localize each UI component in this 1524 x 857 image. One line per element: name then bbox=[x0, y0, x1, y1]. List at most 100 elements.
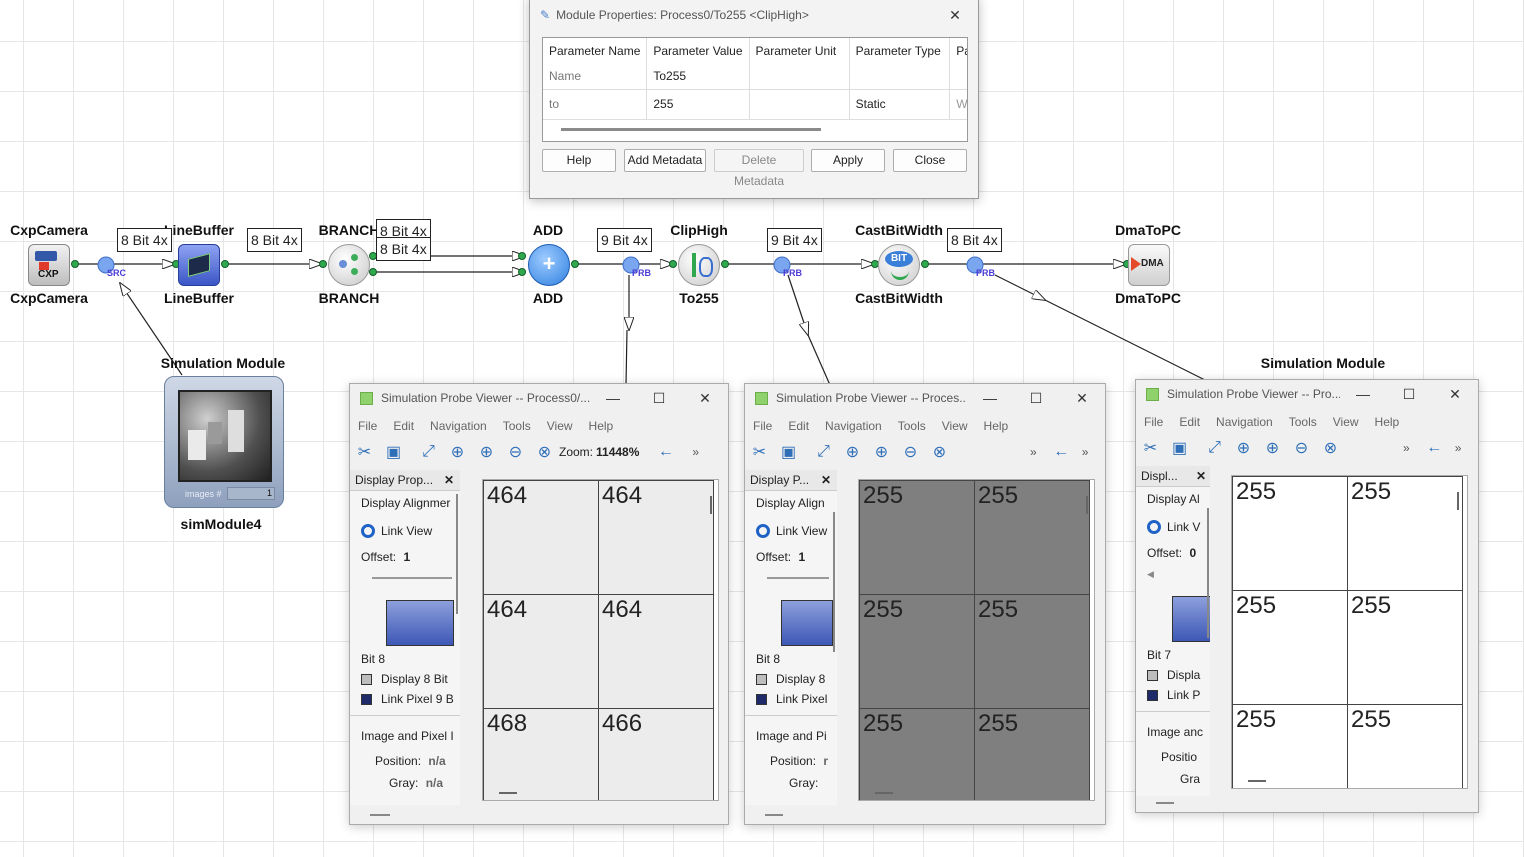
menu-help[interactable]: Help bbox=[976, 415, 1017, 437]
close-icon[interactable]: ✕ bbox=[821, 470, 831, 490]
menu-help[interactable]: Help bbox=[1367, 411, 1408, 433]
link-view-radio[interactable]: Link V bbox=[1147, 520, 1200, 534]
zoom-out-icon[interactable]: ⊖ bbox=[1287, 438, 1316, 458]
overflow-icon[interactable]: » bbox=[1403, 441, 1410, 455]
back-arrow-icon[interactable]: ← bbox=[1420, 439, 1449, 457]
panel-scrollbar[interactable] bbox=[456, 494, 458, 614]
menu-file[interactable]: File bbox=[350, 415, 385, 437]
menu-tools[interactable]: Tools bbox=[890, 415, 934, 437]
vertical-scrollbar[interactable] bbox=[710, 496, 712, 514]
save-icon[interactable]: ▣ bbox=[1165, 438, 1194, 458]
save-icon[interactable]: ▣ bbox=[379, 442, 408, 462]
panel-hscrollbar[interactable] bbox=[1156, 802, 1174, 804]
menu-navigation[interactable]: Navigation bbox=[422, 415, 495, 437]
zoom-reset-icon[interactable]: ⊗ bbox=[925, 442, 954, 462]
panel-scrollbar[interactable] bbox=[833, 512, 835, 652]
menu-edit[interactable]: Edit bbox=[385, 415, 422, 437]
table-row[interactable]: Name To255 bbox=[543, 64, 967, 89]
add-module-icon[interactable]: + bbox=[528, 244, 570, 286]
close-icon[interactable]: ✕ bbox=[1059, 390, 1105, 407]
horizontal-scrollbar[interactable] bbox=[561, 128, 821, 131]
vertical-scrollbar[interactable] bbox=[1457, 492, 1459, 510]
menu-edit[interactable]: Edit bbox=[780, 415, 817, 437]
zoom-in-icon[interactable]: ⊕ bbox=[1258, 438, 1287, 458]
close-icon[interactable]: ✕ bbox=[1196, 466, 1206, 486]
help-button[interactable]: Help bbox=[542, 149, 616, 172]
horizontal-scrollbar[interactable] bbox=[499, 792, 517, 794]
column-header[interactable]: Pa bbox=[949, 38, 967, 64]
fit-icon[interactable]: ⤢ bbox=[1200, 439, 1229, 457]
zoom-out-icon[interactable]: ⊖ bbox=[896, 442, 925, 462]
menu-file[interactable]: File bbox=[745, 415, 780, 437]
zoom-in-icon[interactable]: ⊕ bbox=[472, 442, 501, 462]
tools-icon[interactable]: ✂ bbox=[350, 442, 379, 462]
minimize-icon[interactable]: — bbox=[967, 390, 1013, 406]
cxpcamera-module-icon[interactable]: CXP bbox=[28, 244, 70, 286]
castbitwidth-module-icon[interactable]: BIT bbox=[878, 244, 920, 286]
overflow-icon[interactable]: » bbox=[692, 445, 699, 459]
pixel-grid-view[interactable]: 255 255 255 255 255 255 bbox=[858, 479, 1095, 801]
overflow-icon[interactable]: » bbox=[1455, 441, 1462, 455]
menu-tools[interactable]: Tools bbox=[495, 415, 539, 437]
maximize-icon[interactable]: ☐ bbox=[636, 390, 682, 407]
zoom-out-icon[interactable]: ⊖ bbox=[501, 442, 530, 462]
apply-button[interactable]: Apply bbox=[811, 149, 885, 172]
zoom-fit-icon[interactable]: ⊕ bbox=[838, 442, 867, 462]
simulation-module-node[interactable]: images # 1 bbox=[164, 376, 284, 508]
link-view-radio[interactable]: Link View bbox=[756, 524, 827, 538]
add-metadata-button[interactable]: Add Metadata bbox=[624, 149, 706, 172]
cliphigh-module-icon[interactable] bbox=[678, 244, 720, 286]
zoom-in-icon[interactable]: ⊕ bbox=[867, 442, 896, 462]
close-icon[interactable]: ✕ bbox=[444, 470, 454, 490]
column-header[interactable]: Parameter Value bbox=[646, 38, 750, 64]
panel-hscrollbar[interactable] bbox=[370, 814, 390, 816]
panel-hscrollbar[interactable] bbox=[765, 814, 783, 816]
column-header[interactable]: Parameter Unit bbox=[749, 38, 850, 64]
pixel-grid-view[interactable]: 464 464 464 464 468 466 bbox=[482, 479, 719, 801]
overflow-icon[interactable]: » bbox=[1030, 445, 1037, 459]
panel-scrollbar[interactable] bbox=[1207, 508, 1209, 638]
zoom-fit-icon[interactable]: ⊕ bbox=[1229, 438, 1258, 458]
overflow-icon[interactable]: » bbox=[1082, 445, 1089, 459]
close-icon[interactable]: ✕ bbox=[1432, 386, 1478, 403]
maximize-icon[interactable]: ☐ bbox=[1013, 390, 1059, 407]
back-arrow-icon[interactable]: ← bbox=[1047, 443, 1076, 461]
scroll-left-icon[interactable]: ◀ bbox=[1147, 569, 1154, 580]
menu-help[interactable]: Help bbox=[581, 415, 622, 437]
zoom-reset-icon[interactable]: ⊗ bbox=[1316, 438, 1345, 458]
horizontal-scrollbar[interactable] bbox=[875, 792, 893, 794]
table-row[interactable]: to 255 Static Wri bbox=[543, 89, 967, 119]
menu-tools[interactable]: Tools bbox=[1281, 411, 1325, 433]
pixel-grid-view[interactable]: 255 255 255 255 255 255 bbox=[1231, 475, 1468, 789]
menu-edit[interactable]: Edit bbox=[1171, 411, 1208, 433]
branch-module-icon[interactable] bbox=[328, 244, 370, 286]
save-icon[interactable]: ▣ bbox=[774, 442, 803, 462]
delete-metadata-button[interactable]: Delete Metadata bbox=[714, 149, 804, 188]
menu-view[interactable]: View bbox=[1325, 411, 1367, 433]
minimize-icon[interactable]: — bbox=[590, 390, 636, 406]
column-header[interactable]: Parameter Name bbox=[543, 38, 648, 64]
column-header[interactable]: Parameter Type bbox=[849, 38, 951, 64]
zoom-fit-icon[interactable]: ⊕ bbox=[443, 442, 472, 462]
menu-file[interactable]: File bbox=[1136, 411, 1171, 433]
zoom-reset-icon[interactable]: ⊗ bbox=[530, 442, 559, 462]
tools-icon[interactable]: ✂ bbox=[745, 442, 774, 462]
menu-view[interactable]: View bbox=[934, 415, 976, 437]
dmatopc-module-icon[interactable]: DMA bbox=[1128, 244, 1170, 286]
close-button[interactable]: Close bbox=[893, 149, 967, 172]
horizontal-scrollbar[interactable] bbox=[1248, 780, 1266, 782]
linebuffer-module-icon[interactable] bbox=[178, 244, 220, 286]
menu-navigation[interactable]: Navigation bbox=[817, 415, 890, 437]
fit-icon[interactable]: ⤢ bbox=[809, 443, 838, 461]
fit-icon[interactable]: ⤢ bbox=[414, 443, 443, 461]
maximize-icon[interactable]: ☐ bbox=[1386, 386, 1432, 403]
back-arrow-icon[interactable]: ← bbox=[651, 443, 680, 461]
tools-icon[interactable]: ✂ bbox=[1136, 438, 1165, 458]
minimize-icon[interactable]: — bbox=[1340, 386, 1386, 402]
close-icon[interactable]: ✕ bbox=[682, 390, 728, 407]
vertical-scrollbar[interactable] bbox=[1086, 496, 1088, 514]
menu-navigation[interactable]: Navigation bbox=[1208, 411, 1281, 433]
link-view-radio[interactable]: Link View bbox=[361, 524, 432, 538]
close-icon[interactable]: ✕ bbox=[932, 7, 978, 24]
menu-view[interactable]: View bbox=[539, 415, 581, 437]
